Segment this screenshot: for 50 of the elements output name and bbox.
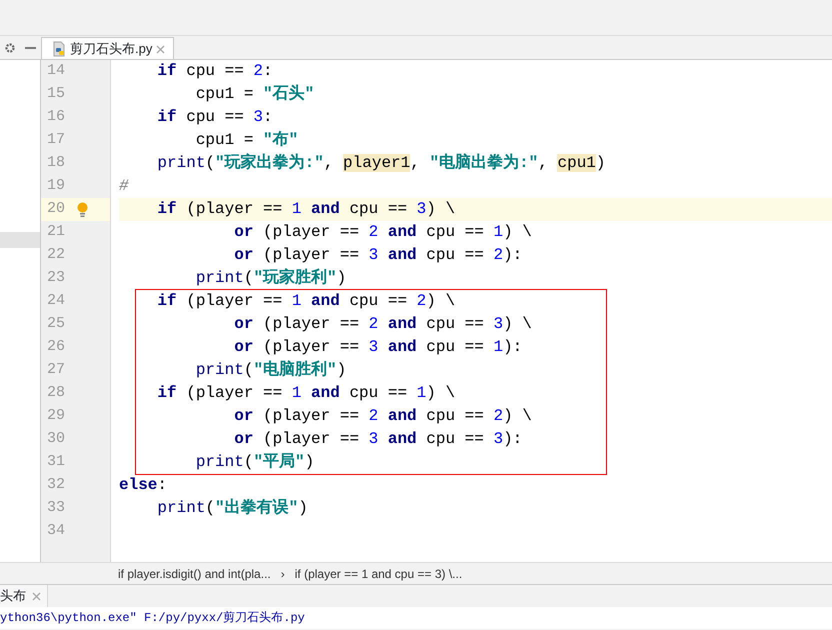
line-number: 22 bbox=[47, 245, 66, 266]
code-line: cpu1 = "石头" bbox=[194, 84, 316, 105]
line-number: 16 bbox=[47, 107, 66, 128]
code-line: print("电脑胜利") bbox=[194, 359, 348, 381]
console-line: ython36\python.exe" F:/py/pyxx/剪刀石头布.py bbox=[0, 610, 306, 627]
file-tab[interactable]: 剪刀石头布.py bbox=[41, 37, 174, 59]
code-line: print("出拳有误") bbox=[156, 498, 309, 519]
breadcrumb[interactable]: if (player == 1 and cpu == 3) \... bbox=[294, 564, 462, 582]
code-line: or (player == 2 and cpu == 3) \ bbox=[233, 314, 533, 335]
line-number: 29 bbox=[47, 406, 66, 426]
line-number: 18 bbox=[47, 153, 66, 174]
line-number: 30 bbox=[47, 429, 66, 450]
code-line: print("平局") bbox=[194, 452, 316, 473]
line-number: 26 bbox=[47, 337, 66, 358]
line-number: 32 bbox=[47, 475, 66, 496]
code-line: or (player == 2 and cpu == 1) \ bbox=[233, 222, 533, 243]
lightbulb-icon[interactable] bbox=[77, 202, 88, 218]
code-line: cpu1 = "布" bbox=[194, 130, 300, 151]
code-line: else: bbox=[119, 475, 168, 496]
code-line: if (player == 1 and cpu == 1) \ bbox=[156, 383, 456, 404]
code-line: if (player == 1 and cpu == 2) \ bbox=[156, 291, 456, 312]
line-number: 23 bbox=[47, 268, 66, 288]
code-line: or (player == 3 and cpu == 3): bbox=[233, 429, 524, 450]
line-number: 28 bbox=[47, 383, 66, 404]
chevron-icon: › bbox=[280, 564, 285, 582]
line-number: 19 bbox=[47, 176, 66, 196]
line-number: 33 bbox=[47, 498, 66, 518]
code-line: or (player == 2 and cpu == 2) \ bbox=[233, 406, 533, 427]
breadcrumb[interactable]: if player.isdigit() and int(pla... bbox=[118, 564, 271, 582]
line-number: 31 bbox=[47, 452, 66, 472]
code-line: if cpu == 2: bbox=[156, 61, 274, 82]
line-number: 17 bbox=[47, 130, 66, 150]
settings-icon[interactable] bbox=[5, 42, 15, 52]
line-number: 34 bbox=[47, 521, 66, 542]
line-number: 20 bbox=[47, 199, 66, 220]
line-number: 24 bbox=[47, 291, 66, 312]
code-line: # bbox=[119, 176, 130, 197]
line-number: 21 bbox=[47, 222, 66, 242]
code-line: print("玩家胜利") bbox=[194, 267, 348, 289]
code-line: print("玩家出拳为:", player1, "电脑出拳为:", cpu1) bbox=[156, 152, 606, 174]
python-file-icon bbox=[52, 40, 66, 56]
line-number: 15 bbox=[47, 84, 66, 104]
minimize-icon[interactable] bbox=[25, 46, 36, 48]
code-line: if cpu == 3: bbox=[156, 107, 274, 128]
code-line: or (player == 3 and cpu == 2): bbox=[233, 245, 524, 266]
line-number: 14 bbox=[47, 61, 66, 82]
line-number: 27 bbox=[47, 360, 66, 380]
line-number: 25 bbox=[47, 314, 66, 334]
file-tab[interactable]: 头布 bbox=[0, 585, 48, 607]
code-line: or (player == 3 and cpu == 1): bbox=[233, 337, 524, 358]
